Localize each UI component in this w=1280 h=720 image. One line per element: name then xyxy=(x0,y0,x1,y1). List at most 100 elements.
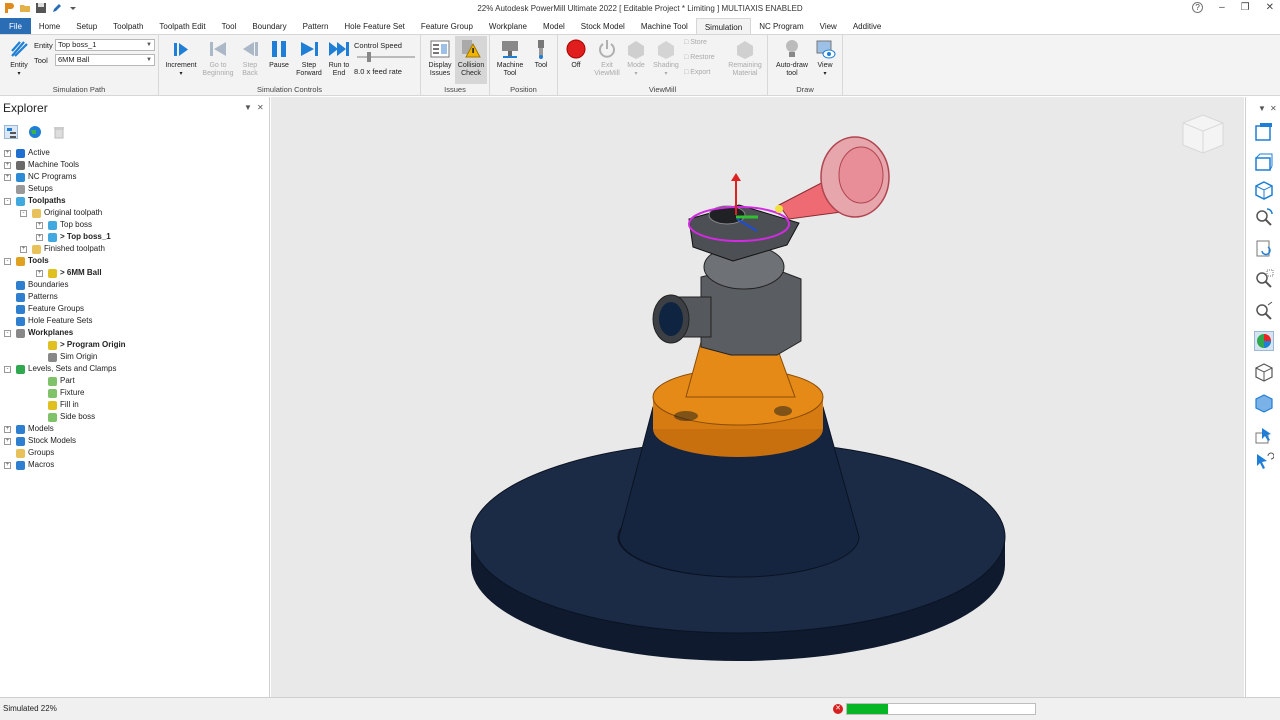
entity-combo[interactable]: Top boss_1 ▼ xyxy=(55,39,155,51)
shading-button[interactable]: Shading ▾ xyxy=(650,38,682,78)
tab-pattern[interactable]: Pattern xyxy=(295,18,337,34)
restore-button[interactable]: □ Restore xyxy=(684,54,715,62)
tab-toolpath-edit[interactable]: Toolpath Edit xyxy=(151,18,213,34)
tree-node[interactable]: Sim Origin xyxy=(0,351,270,363)
tree-node[interactable]: + NC Programs xyxy=(0,171,270,183)
stop-simulation-icon[interactable]: ✕ xyxy=(833,704,843,714)
collapse-icon[interactable]: - xyxy=(4,330,11,337)
expand-icon[interactable]: + xyxy=(20,246,27,253)
slider-thumb[interactable] xyxy=(367,52,371,62)
tree-node[interactable]: + Active xyxy=(0,147,270,159)
explorer-close-icon[interactable]: ✕ xyxy=(257,103,264,112)
tree-node[interactable]: - Levels, Sets and Clamps xyxy=(0,363,270,375)
tab-machine-tool[interactable]: Machine Tool xyxy=(633,18,696,34)
refresh-view-icon[interactable] xyxy=(1254,239,1274,259)
tab-toolpath[interactable]: Toolpath xyxy=(105,18,151,34)
tab-setup[interactable]: Setup xyxy=(68,18,105,34)
tree-node[interactable]: + Machine Tools xyxy=(0,159,270,171)
export-button[interactable]: □ Export xyxy=(684,69,710,77)
collapse-icon[interactable]: - xyxy=(4,198,11,205)
control-speed-slider[interactable] xyxy=(357,52,415,62)
step-forward-button[interactable]: Step Forward xyxy=(293,38,325,78)
tree-node[interactable]: Feature Groups xyxy=(0,303,270,315)
zoom-box-icon[interactable] xyxy=(1254,269,1274,289)
tree-node[interactable]: Patterns xyxy=(0,291,270,303)
view-iso-icon[interactable] xyxy=(1254,180,1274,200)
tab-nc-program[interactable]: NC Program xyxy=(751,18,811,34)
pointer-undo-icon[interactable] xyxy=(1254,452,1275,472)
tree-node[interactable]: + > Top boss_1 xyxy=(0,231,270,243)
collapse-icon[interactable]: - xyxy=(4,258,11,265)
tab-hole-feature-set[interactable]: Hole Feature Set xyxy=(336,18,412,34)
tree-node[interactable]: + > 6MM Ball xyxy=(0,267,270,279)
view-top-icon[interactable] xyxy=(1254,122,1274,142)
view-cube[interactable] xyxy=(1182,114,1224,154)
graphics-viewport[interactable] xyxy=(271,97,1244,697)
tool-button[interactable]: Tool xyxy=(528,38,554,70)
tree-view-icon[interactable] xyxy=(4,125,18,139)
remaining-material-button[interactable]: Remaining Material xyxy=(724,38,766,78)
tab-file[interactable]: File xyxy=(0,18,31,34)
expand-icon[interactable]: + xyxy=(4,462,11,469)
tree-node[interactable]: + Models xyxy=(0,423,270,435)
rightbar-close-icon[interactable]: ✕ xyxy=(1270,104,1277,113)
tree-node[interactable]: - Workplanes xyxy=(0,327,270,339)
minimize-icon[interactable]: – xyxy=(1219,2,1225,13)
simulation-scene[interactable] xyxy=(271,97,1244,697)
tree-node[interactable]: Fixture xyxy=(0,387,270,399)
help-icon[interactable]: ? xyxy=(1192,2,1204,13)
tree-node[interactable]: + Top boss xyxy=(0,219,270,231)
tree-node[interactable]: Boundaries xyxy=(0,279,270,291)
collision-check-button[interactable]: Collision Check xyxy=(455,36,487,84)
tree-node[interactable]: Part xyxy=(0,375,270,387)
expand-icon[interactable]: + xyxy=(36,234,43,241)
expand-icon[interactable]: + xyxy=(4,174,11,181)
tree-node[interactable]: - Toolpaths xyxy=(0,195,270,207)
mode-button[interactable]: Mode ▾ xyxy=(622,38,650,78)
entity-button[interactable]: Entity ▾ xyxy=(4,38,34,78)
close-icon[interactable]: ✕ xyxy=(1266,2,1274,13)
tree-node[interactable]: + Stock Models xyxy=(0,435,270,447)
tree-node[interactable]: - Original toolpath xyxy=(0,207,270,219)
globe-icon[interactable] xyxy=(28,125,42,139)
tab-tool[interactable]: Tool xyxy=(214,18,245,34)
view-front-icon[interactable] xyxy=(1254,152,1274,172)
expand-icon[interactable]: + xyxy=(36,270,43,277)
expand-icon[interactable]: + xyxy=(4,426,11,433)
tree-node[interactable]: + Macros xyxy=(0,459,270,471)
step-back-button[interactable]: Step Back xyxy=(236,38,264,78)
expand-icon[interactable]: + xyxy=(36,222,43,229)
pause-button[interactable]: Pause xyxy=(266,38,292,70)
tab-boundary[interactable]: Boundary xyxy=(244,18,294,34)
tree-node[interactable]: > Program Origin xyxy=(0,339,270,351)
shaded-view-icon[interactable] xyxy=(1254,331,1274,351)
tab-feature-group[interactable]: Feature Group xyxy=(413,18,481,34)
collapse-icon[interactable]: - xyxy=(20,210,27,217)
tree-node[interactable]: Fill in xyxy=(0,399,270,411)
restore-icon[interactable]: ❐ xyxy=(1241,2,1250,13)
tab-additive[interactable]: Additive xyxy=(845,18,889,34)
tree-node[interactable]: - Tools xyxy=(0,255,270,267)
expand-icon[interactable]: + xyxy=(4,438,11,445)
tab-model[interactable]: Model xyxy=(535,18,573,34)
store-button[interactable]: □ Store xyxy=(684,39,707,47)
viewmill-off-button[interactable]: Off xyxy=(564,38,588,70)
tab-stock-model[interactable]: Stock Model xyxy=(573,18,633,34)
display-issues-button[interactable]: Display Issues xyxy=(425,38,455,78)
auto-draw-tool-button[interactable]: Auto-draw tool xyxy=(772,38,812,78)
go-to-beginning-button[interactable]: Go to Beginning xyxy=(201,38,235,78)
tree-node[interactable]: Groups xyxy=(0,447,270,459)
tree-node[interactable]: Hole Feature Sets xyxy=(0,315,270,327)
explorer-dropdown-icon[interactable]: ▼ xyxy=(244,103,252,112)
run-to-end-button[interactable]: Run to End xyxy=(325,38,353,78)
select-icon[interactable] xyxy=(1254,425,1274,445)
expand-icon[interactable]: + xyxy=(4,162,11,169)
tab-home[interactable]: Home xyxy=(31,18,68,34)
wireframe-icon[interactable] xyxy=(1254,362,1274,382)
exit-viewmill-button[interactable]: Exit ViewMill xyxy=(592,38,622,78)
solid-view-icon[interactable] xyxy=(1254,393,1274,413)
tab-view[interactable]: View xyxy=(812,18,845,34)
tool-combo[interactable]: 6MM Ball ▼ xyxy=(55,54,155,66)
zoom-icon[interactable] xyxy=(1254,301,1274,321)
view-button[interactable]: View ▾ xyxy=(814,38,836,78)
